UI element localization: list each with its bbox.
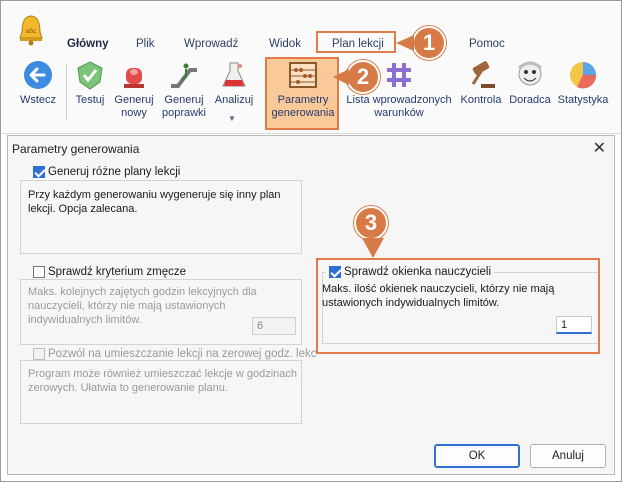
escalator-icon [171,63,197,88]
analyze-dropdown-icon[interactable]: ▼ [228,114,236,123]
pie-chart-icon [570,62,597,89]
callout-3-pointer [362,238,384,258]
gavel-icon [471,61,495,88]
ribbon: aSc Główny Plik Wprowadź Widok Plan lekc… [2,2,621,134]
tab-plik[interactable]: Plik [136,38,155,50]
different-plans-label: Generuj różne plany lekcji [48,166,181,178]
analyze-button[interactable]: Analizuj [210,60,258,107]
dialog-title: Parametry generowania [12,142,140,156]
app-logo-icon[interactable]: aSc [18,14,44,46]
zero-hour-label: Pozwól na umieszczanie lekcji na zerowej… [48,348,317,360]
tab-highlight-box [316,31,396,53]
callout-3: 3 [354,206,388,240]
checkbox-checked-icon[interactable] [33,166,45,178]
different-plans-checkbox[interactable]: Generuj różne plany lekcji [30,166,184,178]
tab-widok[interactable]: Widok [269,38,301,50]
app-window: aSc Główny Plik Wprowadź Widok Plan lekc… [0,0,622,482]
generation-parameters-dialog: Parametry generowania ✕ Generuj różne pl… [7,135,615,475]
ribbon-separator [66,64,67,120]
criterion-description: Maks. kolejnych zajętych godzin lekcyjny… [28,286,257,326]
criterion-checkbox[interactable]: Sprawdź kryterium zmęcze [30,266,190,278]
siren-icon [124,68,144,88]
control-button[interactable]: Kontrola [457,60,505,107]
ok-button[interactable]: OK [434,444,520,468]
close-icon[interactable]: ✕ [593,138,606,158]
criterion-label: Sprawdź kryterium zmęcze [48,266,187,278]
tab-pomoc[interactable]: Pomoc [469,38,505,50]
teacher-gaps-highlight-box [316,258,600,354]
test-button[interactable]: Testuj [70,60,110,107]
criterion-value-input[interactable]: 6 [252,317,296,335]
advisor-button[interactable]: Doradca [506,60,554,107]
callout-1: 1 [412,26,446,60]
cancel-button[interactable]: Anuluj [530,444,606,468]
checkbox-unchecked-icon[interactable] [33,266,45,278]
different-plans-description: Przy każdym generowaniu wygeneruje się i… [28,189,281,215]
advisor-icon [517,61,543,86]
callout-1-pointer [396,35,414,51]
back-button[interactable]: Wstecz [16,60,60,107]
back-arrow-icon [24,61,52,89]
generate-fixes-button[interactable]: Generuj poprawki [158,60,210,120]
svg-text:aSc: aSc [26,29,36,35]
tab-glowny[interactable]: Główny [67,38,109,50]
conditions-list-button[interactable]: Lista wprowadzonych warunków [342,60,456,120]
flask-icon [222,62,246,87]
tab-wprowadz[interactable]: Wprowadź [184,38,238,50]
abacus-icon [289,62,317,88]
generate-new-button[interactable]: Generuj nowy [110,60,158,120]
grid-hash-icon [387,63,411,87]
generation-parameters-button[interactable]: Parametry generowania [267,60,339,120]
zero-hour-checkbox[interactable]: Pozwól na umieszczanie lekcji na zerowej… [30,348,320,360]
statistics-button[interactable]: Statystyka [555,60,611,107]
zero-hour-description: Program może również umieszczać lekcje w… [28,368,297,394]
checkbox-disabled-icon[interactable] [33,348,45,360]
check-shield-icon [77,61,103,90]
